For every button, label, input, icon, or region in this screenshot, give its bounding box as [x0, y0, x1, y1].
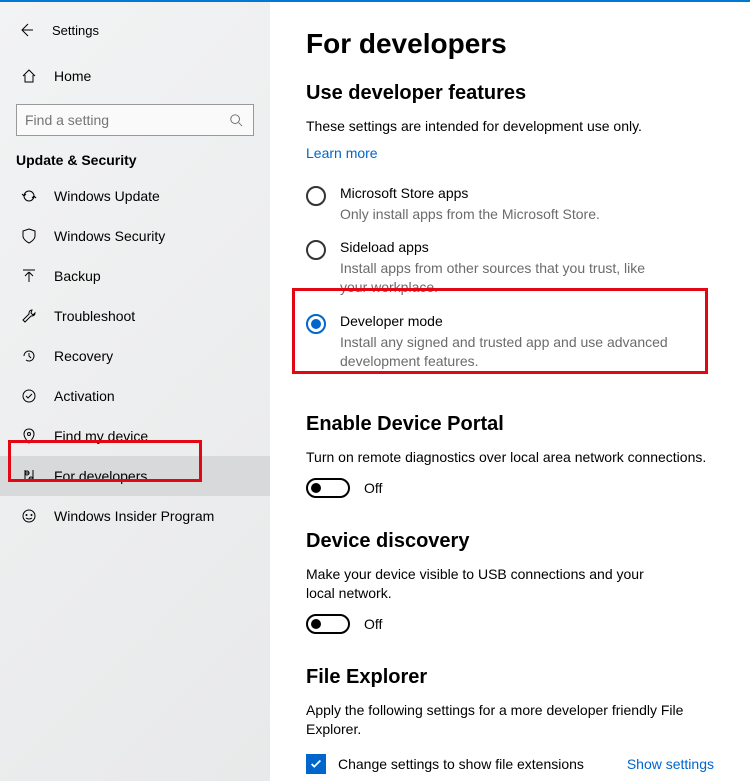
sidebar-item-find-my-device[interactable]: Find my device	[0, 416, 270, 456]
check-circle-icon	[20, 387, 38, 405]
insider-icon	[20, 507, 38, 525]
toggle-label: Off	[364, 616, 382, 632]
home-icon	[20, 67, 38, 85]
radio-developer-mode[interactable]: Developer mode Install any signed and tr…	[306, 307, 714, 381]
shield-icon	[20, 227, 38, 245]
search-input-wrap[interactable]	[16, 104, 254, 136]
learn-more-link[interactable]: Learn more	[306, 145, 714, 161]
sidebar-item-troubleshoot[interactable]: Troubleshoot	[0, 296, 270, 336]
location-icon	[20, 427, 38, 445]
sidebar-section-title: Update & Security	[0, 150, 270, 176]
sidebar-item-label: Troubleshoot	[54, 308, 135, 324]
checkbox-file-ext[interactable]	[306, 754, 326, 774]
developer-icon	[20, 467, 38, 485]
sidebar-item-insider[interactable]: Windows Insider Program	[0, 496, 270, 536]
toggle-label: Off	[364, 480, 382, 496]
sidebar-item-label: Windows Update	[54, 188, 160, 204]
home-nav[interactable]: Home	[0, 56, 270, 96]
sidebar-item-label: Activation	[54, 388, 115, 404]
sidebar-item-for-developers[interactable]: For developers	[0, 456, 270, 496]
radio-title: Developer mode	[340, 313, 670, 329]
recovery-icon	[20, 347, 38, 365]
device-portal-heading: Enable Device Portal	[306, 413, 714, 436]
radio-desc: Only install apps from the Microsoft Sto…	[340, 205, 600, 224]
device-portal-desc: Turn on remote diagnostics over local ar…	[306, 448, 714, 468]
radio-title: Sideload apps	[340, 239, 670, 255]
radio-icon	[306, 314, 326, 334]
dev-features-heading: Use developer features	[306, 82, 714, 105]
window-title: Settings	[52, 23, 99, 38]
radio-store-apps[interactable]: Microsoft Store apps Only install apps f…	[306, 179, 714, 234]
radio-desc: Install apps from other sources that you…	[340, 259, 670, 297]
show-settings-link[interactable]: Show settings	[627, 756, 714, 772]
device-discovery-desc: Make your device visible to USB connecti…	[306, 565, 676, 604]
sidebar-item-windows-security[interactable]: Windows Security	[0, 216, 270, 256]
back-button[interactable]	[10, 14, 42, 46]
sidebar-item-label: Windows Security	[54, 228, 165, 244]
sync-icon	[20, 187, 38, 205]
file-explorer-desc: Apply the following settings for a more …	[306, 701, 696, 740]
radio-sideload[interactable]: Sideload apps Install apps from other so…	[306, 233, 714, 307]
dev-features-desc: These settings are intended for developm…	[306, 117, 714, 137]
sidebar-item-recovery[interactable]: Recovery	[0, 336, 270, 376]
sidebar-item-label: Backup	[54, 268, 101, 284]
page-title: For developers	[306, 28, 714, 60]
file-explorer-heading: File Explorer	[306, 666, 714, 689]
wrench-icon	[20, 307, 38, 325]
backup-icon	[20, 267, 38, 285]
radio-title: Microsoft Store apps	[340, 185, 600, 201]
sidebar-item-backup[interactable]: Backup	[0, 256, 270, 296]
sidebar-item-windows-update[interactable]: Windows Update	[0, 176, 270, 216]
home-label: Home	[54, 68, 91, 84]
device-discovery-heading: Device discovery	[306, 530, 714, 553]
radio-icon	[306, 240, 326, 260]
sidebar-item-label: Recovery	[54, 348, 113, 364]
search-input[interactable]	[25, 112, 227, 128]
search-icon	[227, 111, 245, 129]
sidebar-item-activation[interactable]: Activation	[0, 376, 270, 416]
radio-desc: Install any signed and trusted app and u…	[340, 333, 670, 371]
sidebar-item-label: Windows Insider Program	[54, 508, 214, 524]
device-discovery-toggle[interactable]	[306, 614, 350, 634]
sidebar-item-label: For developers	[54, 468, 147, 484]
device-portal-toggle[interactable]	[306, 478, 350, 498]
radio-icon	[306, 186, 326, 206]
sidebar-item-label: Find my device	[54, 428, 148, 444]
checkbox-label: Change settings to show file extensions	[338, 756, 584, 772]
